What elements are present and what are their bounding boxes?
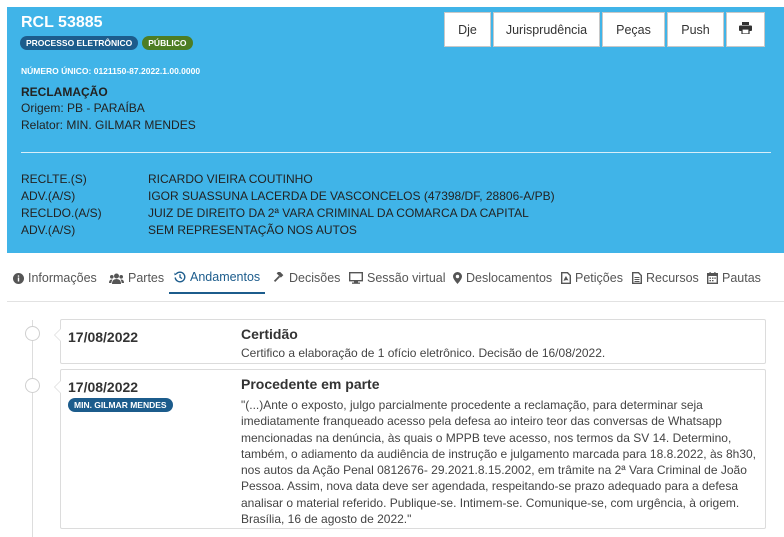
party-value: JUIZ DE DIREITO DA 2ª VARA CRIMINAL DA C… — [148, 206, 529, 220]
parties-list: RECLTE.(S) RICARDO VIEIRA COUTINHO ADV.(A… — [21, 171, 555, 239]
andamento-text-line: mencionadas na denúncia, às quais o MPPB… — [241, 430, 732, 445]
file-text-icon — [632, 272, 642, 284]
users-icon — [109, 273, 124, 284]
andamento-card: 17/08/2022 MIN. GILMAR MENDES Procedente… — [54, 369, 766, 529]
monitor-icon — [349, 272, 363, 284]
card-arrow — [54, 328, 61, 342]
tab-label: Partes — [128, 271, 165, 285]
tab-decisoes[interactable]: Decisões — [273, 262, 340, 294]
timeline-dot — [25, 378, 40, 393]
map-marker-icon — [453, 272, 462, 284]
party-row: ADV.(A/S) IGOR SUASSUNA LACERDA DE VASCON… — [21, 188, 555, 205]
party-row: RECLDO.(A/S) JUIZ DE DIREITO DA 2ª VARA C… — [21, 205, 555, 222]
process-tabs: Informações Partes Andamentos Decisões S… — [7, 262, 784, 302]
tab-peticoes[interactable]: Petições — [561, 262, 623, 294]
andamento-title: Procedente em parte — [241, 376, 380, 392]
card-arrow — [54, 380, 61, 394]
party-label: RECLDO.(A/S) — [21, 206, 102, 220]
andamento-text-line: "(...)Ante o exposto, julgo parcialmente… — [241, 398, 703, 412]
dje-button[interactable]: Dje — [444, 12, 491, 47]
tab-label: Recursos — [646, 271, 699, 285]
tab-partes[interactable]: Partes — [109, 262, 164, 294]
electronic-process-badge: PROCESSO ELETRÔNICO — [20, 36, 139, 50]
process-header: RCL 53885 PROCESSO ELETRÔNICO PÚBLICO NÚ… — [7, 7, 784, 253]
tab-label: Sessão virtual — [367, 271, 446, 285]
andamento-text: Certifico a elaboração de 1 ofício eletr… — [241, 346, 606, 360]
gavel-icon — [273, 272, 285, 284]
print-button[interactable] — [726, 12, 765, 47]
andamento-text-line: Pessoa. Assim, nova data deve ser agenda… — [241, 479, 739, 494]
tab-recursos[interactable]: Recursos — [632, 262, 699, 294]
file-pdf-icon — [561, 272, 571, 284]
andamento-card: 17/08/2022 Certidão Certifico a elaboraç… — [54, 319, 766, 364]
process-badges: PROCESSO ELETRÔNICO PÚBLICO — [20, 36, 193, 50]
author-badge: MIN. GILMAR MENDES — [68, 398, 173, 412]
andamento-date: 17/08/2022 — [68, 329, 139, 345]
andamento-date: 17/08/2022 — [68, 379, 139, 395]
tab-pautas[interactable]: Pautas — [707, 262, 761, 294]
andamento-text-line: Brasília, 16 de agosto de 2022." — [241, 512, 412, 527]
tab-sessao-virtual[interactable]: Sessão virtual — [349, 262, 446, 294]
public-badge: PÚBLICO — [142, 36, 193, 50]
andamento-text-line: também, o adiamento da audiência de inst… — [241, 446, 757, 461]
tab-deslocamentos[interactable]: Deslocamentos — [453, 262, 552, 294]
numero-unico: NÚMERO ÚNICO: 0121150-87.2022.1.00.0000 — [21, 66, 201, 76]
timeline-dot — [25, 326, 40, 341]
andamento-text-line: imediatamente franqueado acesso pela def… — [241, 414, 722, 429]
process-rapporteur: Relator: MIN. GILMAR MENDES — [21, 118, 196, 132]
push-button[interactable]: Push — [667, 12, 724, 47]
header-divider — [21, 152, 771, 153]
party-value: SEM REPRESENTAÇÃO NOS AUTOS — [148, 223, 357, 237]
tab-label: Pautas — [722, 271, 761, 285]
andamento-text: "(...)Ante o exposto, julgo parcialmente… — [241, 397, 761, 527]
tab-label: Deslocamentos — [466, 271, 553, 285]
party-label: ADV.(A/S) — [21, 189, 76, 203]
party-label: RECLTE.(S) — [21, 172, 87, 186]
process-title: RCL 53885 — [21, 14, 103, 31]
party-label: ADV.(A/S) — [21, 223, 76, 237]
process-origin: Origem: PB - PARAÍBA — [21, 101, 145, 115]
pecas-button[interactable]: Peças — [602, 12, 665, 47]
party-value: IGOR SUASSUNA LACERDA DE VASCONCELOS (47… — [148, 189, 555, 203]
tab-andamentos[interactable]: Andamentos — [169, 262, 265, 294]
andamento-text-line: analisar o material referido. Publique-s… — [241, 495, 740, 510]
history-icon — [174, 271, 186, 283]
tabs-divider — [7, 301, 784, 302]
tab-label: Petições — [575, 271, 623, 285]
jurisprudencia-button[interactable]: Jurisprudência — [493, 12, 600, 47]
process-class: RECLAMAÇÃO — [21, 85, 108, 99]
tab-label: Andamentos — [190, 270, 261, 284]
party-row: ADV.(A/S) SEM REPRESENTAÇÃO NOS AUTOS — [21, 222, 555, 239]
party-row: RECLTE.(S) RICARDO VIEIRA COUTINHO — [21, 171, 555, 188]
andamento-text-line: nos autos da Ação Penal 0812676- 29.2021… — [241, 463, 747, 478]
calendar-icon — [707, 272, 718, 284]
timeline-line — [32, 320, 33, 537]
tab-label: Informações — [28, 271, 97, 285]
andamento-title: Certidão — [241, 326, 298, 342]
printer-icon — [739, 22, 752, 37]
tab-label: Decisões — [289, 271, 341, 285]
tab-informacoes[interactable]: Informações — [13, 262, 97, 294]
party-value: RICARDO VIEIRA COUTINHO — [148, 172, 313, 186]
info-icon — [13, 272, 24, 284]
